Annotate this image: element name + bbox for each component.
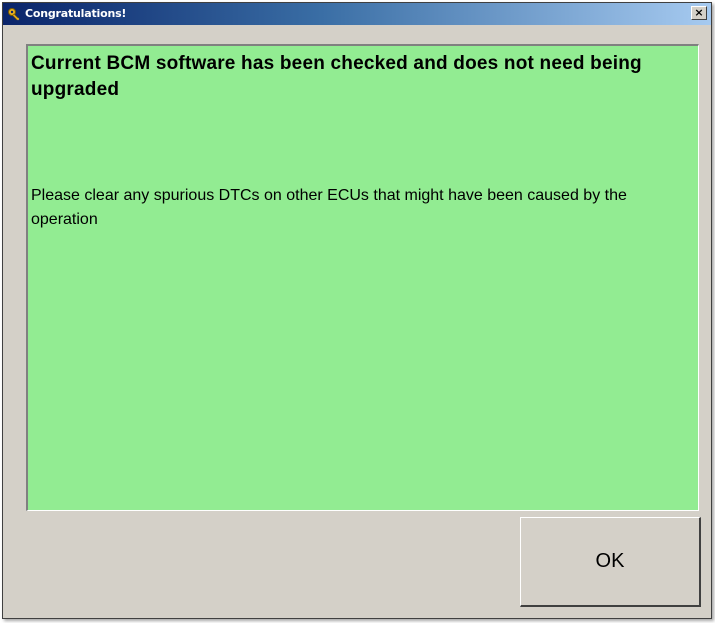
close-button[interactable]: × xyxy=(691,6,707,20)
window-title: Congratulations! xyxy=(25,7,127,20)
key-icon xyxy=(6,6,22,22)
message-body: Please clear any spurious DTCs on other … xyxy=(31,187,627,228)
ok-button[interactable]: OK xyxy=(520,517,701,607)
title-bar[interactable]: Congratulations! × xyxy=(3,3,711,25)
dialog-window: Congratulations! × Current BCM software … xyxy=(2,2,712,619)
message-heading: Current BCM software has been checked an… xyxy=(31,53,642,100)
message-panel: Current BCM software has been checked an… xyxy=(26,44,699,511)
close-icon: × xyxy=(694,6,704,19)
